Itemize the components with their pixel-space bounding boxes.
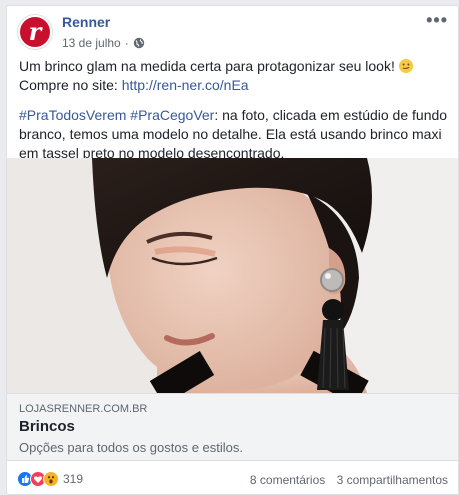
post-date[interactable]: 13 de julho bbox=[62, 36, 121, 50]
post-paragraph-2: #PraTodosVerem #PraCegoVer: na foto, cli… bbox=[19, 106, 451, 163]
post-paragraph-1: Um brinco glam na medida certa para prot… bbox=[19, 57, 451, 95]
post-link[interactable]: http://ren-ner.co/nEa bbox=[122, 77, 249, 93]
shares-count-link[interactable]: 3 compartilhamentos bbox=[337, 473, 448, 487]
page-name-link[interactable]: Renner bbox=[62, 14, 110, 30]
post-photo[interactable] bbox=[7, 158, 458, 393]
link-preview-description: Opções para todos os gostos e estilos. bbox=[19, 440, 244, 455]
reactions-summary[interactable]: 319 bbox=[17, 471, 83, 487]
post-text: Um brinco glam na medida certa para prot… bbox=[19, 57, 451, 174]
globe-icon bbox=[133, 37, 144, 49]
link-preview[interactable]: LOJASRENNER.COM.BR Brincos Opções para t… bbox=[7, 393, 458, 461]
post-footer: 319 8 comentários 3 compartilhamentos bbox=[7, 461, 458, 495]
avatar-logo: r bbox=[28, 17, 42, 46]
post-text-part: Um brinco glam na medida certa para prot… bbox=[19, 58, 395, 74]
post-text-part: Compre no site: bbox=[19, 77, 122, 93]
reaction-count: 319 bbox=[63, 472, 84, 486]
engagement-stats: 8 comentários 3 compartilhamentos bbox=[250, 473, 448, 487]
post-card: r Renner 13 de julho · ••• Um brinco gla… bbox=[6, 5, 459, 495]
smile-emoji-icon bbox=[398, 59, 413, 73]
link-preview-title[interactable]: Brincos bbox=[19, 418, 75, 435]
post-meta: 13 de julho · bbox=[62, 36, 145, 50]
wow-reaction-icon bbox=[43, 471, 59, 487]
post-header: r Renner 13 de julho · ••• bbox=[7, 6, 458, 56]
more-options-button[interactable]: ••• bbox=[426, 10, 448, 31]
comments-count-link[interactable]: 8 comentários bbox=[250, 473, 325, 487]
hashtags-link[interactable]: #PraTodosVerem #PraCegoVer bbox=[19, 107, 214, 123]
model-photo-illustration bbox=[7, 158, 458, 393]
link-preview-domain: LOJASRENNER.COM.BR bbox=[19, 403, 148, 415]
meta-separator: · bbox=[124, 36, 129, 50]
avatar[interactable]: r bbox=[18, 15, 52, 49]
